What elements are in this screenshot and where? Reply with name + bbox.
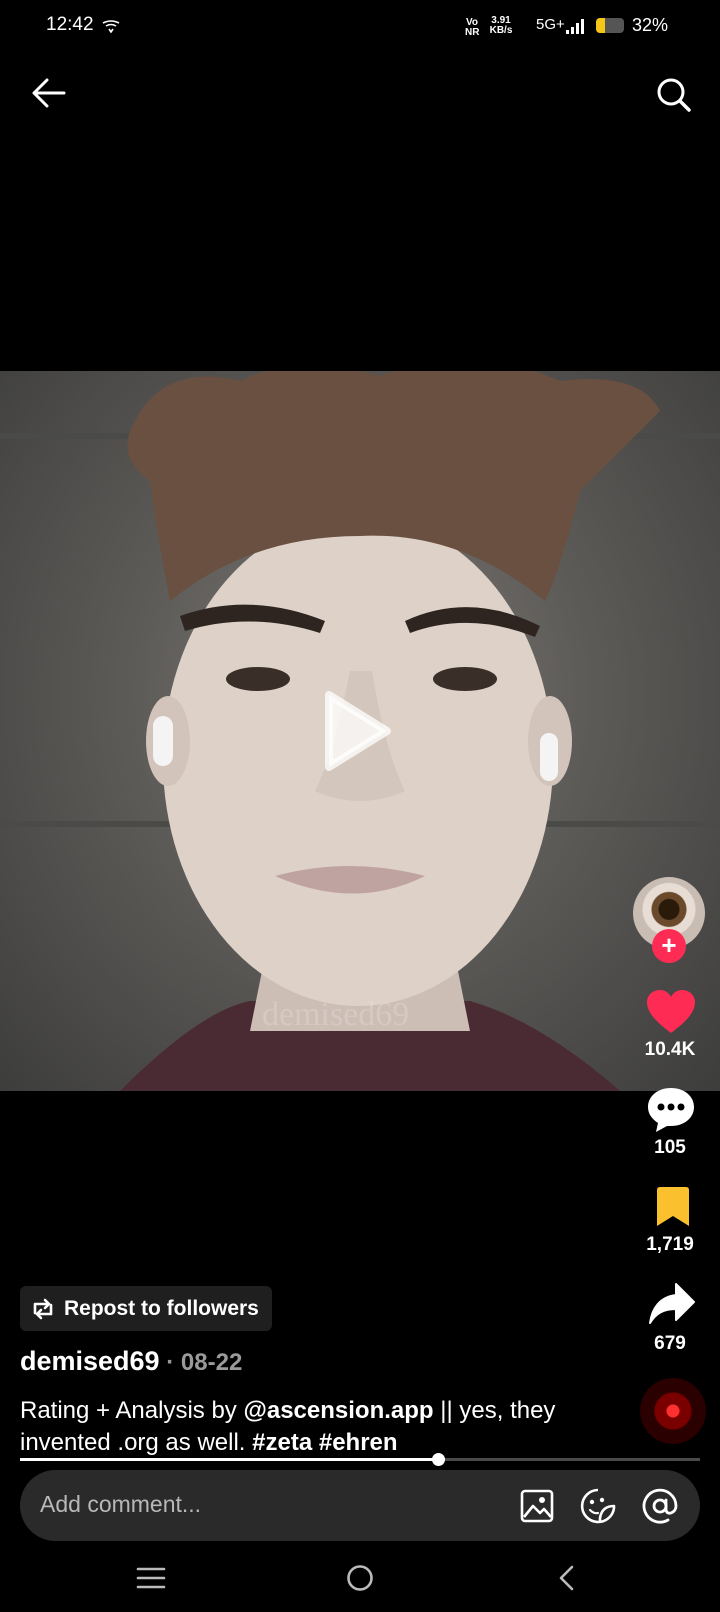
mention-icon[interactable] bbox=[642, 1488, 678, 1524]
chevron-left-icon[interactable] bbox=[557, 1564, 575, 1592]
plus-icon: + bbox=[661, 930, 677, 960]
progress-handle[interactable] bbox=[432, 1453, 445, 1466]
battery-icon bbox=[596, 18, 624, 33]
like-button[interactable] bbox=[645, 989, 697, 1035]
vo-nr-indicator: Vo NR bbox=[465, 18, 479, 38]
status-time: 12:42 bbox=[46, 14, 94, 35]
repost-label: Repost to followers bbox=[64, 1296, 259, 1320]
mention-link[interactable]: @ascension.app bbox=[243, 1397, 433, 1424]
repost-icon bbox=[33, 1298, 53, 1319]
nr-label: NR bbox=[465, 27, 480, 38]
image-icon[interactable] bbox=[520, 1489, 554, 1523]
sticker-icon[interactable] bbox=[580, 1488, 616, 1524]
menu-lines-icon[interactable] bbox=[136, 1566, 166, 1590]
arrow-left-icon[interactable] bbox=[32, 78, 66, 108]
video-progress-bar[interactable] bbox=[20, 1453, 700, 1466]
battery-percent: 32% bbox=[632, 15, 669, 35]
hashtag-link[interactable]: #ehren bbox=[319, 1429, 398, 1456]
video-watermark: demised69 bbox=[262, 996, 410, 1033]
share-button[interactable] bbox=[648, 1282, 696, 1326]
comment-button[interactable] bbox=[646, 1086, 696, 1134]
username[interactable]: demised69 bbox=[20, 1346, 160, 1376]
caption: Rating + Analysis by @ascension.app || y… bbox=[20, 1395, 620, 1459]
like-count: 10.4K bbox=[644, 1039, 696, 1060]
signal-icon bbox=[566, 19, 584, 34]
follow-button[interactable]: + bbox=[652, 929, 686, 963]
search-icon[interactable] bbox=[656, 77, 692, 113]
caption-text: Rating + Analysis by bbox=[20, 1397, 244, 1424]
speed-unit: KB/s bbox=[489, 25, 513, 36]
author-line: demised69 · 08-22 bbox=[20, 1346, 242, 1377]
network-type: 5G+ bbox=[536, 16, 565, 33]
comment-count: 105 bbox=[654, 1137, 686, 1158]
battery-level bbox=[596, 18, 605, 33]
save-button[interactable] bbox=[655, 1186, 691, 1228]
network-speed: 3.91 KB/s bbox=[486, 16, 516, 36]
video-player[interactable]: demised69 bbox=[0, 371, 720, 1091]
post-date: · 08-22 bbox=[159, 1349, 243, 1376]
sound-disc[interactable] bbox=[640, 1378, 706, 1444]
save-count: 1,719 bbox=[646, 1234, 694, 1255]
repost-button[interactable]: Repost to followers bbox=[20, 1286, 272, 1331]
comment-placeholder: Add comment... bbox=[40, 1491, 202, 1517]
heart-icon bbox=[647, 990, 695, 1033]
progress-fill bbox=[20, 1458, 438, 1461]
circle-home-icon[interactable] bbox=[346, 1564, 374, 1592]
play-icon[interactable] bbox=[323, 689, 393, 773]
notification-icon bbox=[102, 20, 120, 33]
share-count: 679 bbox=[654, 1333, 686, 1354]
bookmark-icon bbox=[657, 1187, 689, 1226]
hashtag-link[interactable]: #zeta bbox=[252, 1429, 312, 1456]
